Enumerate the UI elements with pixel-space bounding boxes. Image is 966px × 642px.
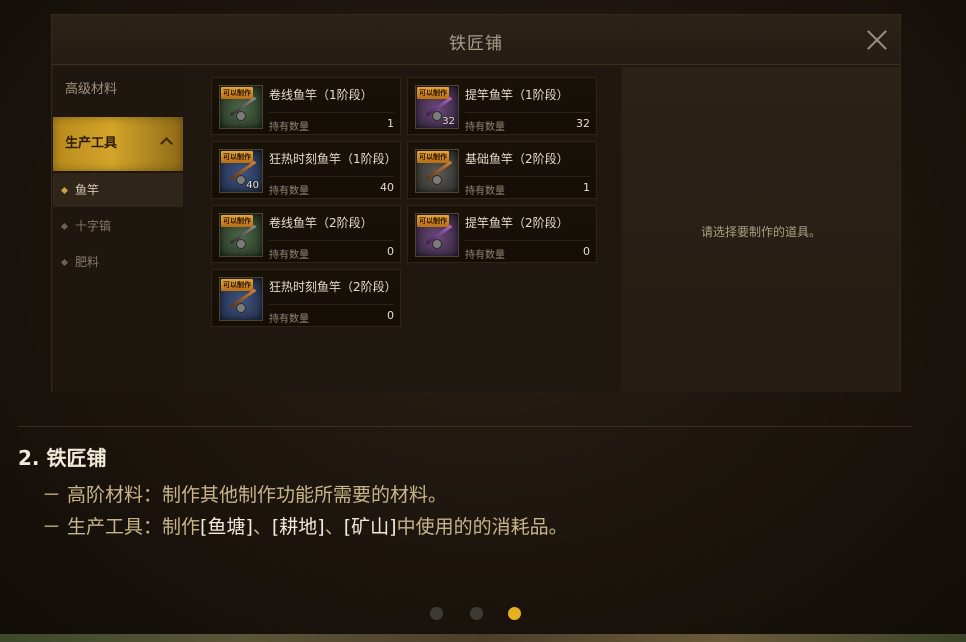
divider (269, 304, 394, 305)
hold-quantity: 0 (583, 245, 590, 258)
diamond-bullet-icon (60, 258, 69, 267)
diamond-bullet-icon (60, 222, 69, 231)
close-icon[interactable] (864, 27, 890, 53)
fishing-rod-icon: 可以制作 40 (219, 149, 263, 193)
hold-label: 持有数量 (465, 122, 505, 133)
craft-item-card[interactable]: 可以制作 32 提竿鱼竿（1阶段） 持有数量 32 (407, 77, 597, 135)
reel-shape (432, 175, 442, 185)
craftable-badge: 可以制作 (221, 151, 253, 163)
highlight-fishpond: [鱼塘] (200, 516, 253, 538)
divider (18, 426, 912, 427)
craft-item-card[interactable]: 可以制作 狂热时刻鱼竿（2阶段） 持有数量 0 (211, 269, 401, 327)
craftable-badge: 可以制作 (417, 215, 449, 227)
sidebar-subitem-label: 肥料 (75, 255, 100, 269)
craft-item-card[interactable]: 可以制作 基础鱼竿（2阶段） 持有数量 1 (407, 141, 597, 199)
reel-shape (236, 303, 246, 313)
craft-item-card[interactable]: 可以制作 卷线鱼竿（1阶段） 持有数量 1 (211, 77, 401, 135)
category-sidebar: 高级材料 生产工具 鱼竿 十字镐 肥料 (53, 67, 183, 392)
item-name: 提竿鱼竿（2阶段） (465, 216, 569, 230)
craft-item-card[interactable]: 可以制作 卷线鱼竿（2阶段） 持有数量 0 (211, 205, 401, 263)
fishing-rod-icon: 可以制作 (415, 213, 459, 257)
hold-quantity: 0 (387, 245, 394, 258)
hold-quantity: 1 (387, 117, 394, 130)
sidebar-subitem-label: 十字镐 (75, 219, 112, 233)
reel-shape (236, 175, 246, 185)
modal-header: 铁匠铺 (52, 15, 900, 65)
craftable-badge: 可以制作 (221, 215, 253, 227)
line-text: 、 (324, 516, 344, 538)
item-grid: 可以制作 卷线鱼竿（1阶段） 持有数量 1 可以制作 32 提竿鱼竿（1阶段） … (183, 67, 620, 392)
icon-count: 32 (442, 116, 455, 127)
chevron-up-icon (160, 137, 173, 150)
line-text: － 生产工具：制作 (42, 516, 201, 538)
reel-shape (236, 239, 246, 249)
divider (465, 240, 590, 241)
item-name: 基础鱼竿（2阶段） (465, 152, 569, 166)
highlight-mine: [矿山] (343, 516, 397, 538)
highlight-farmland: [耕地] (271, 516, 325, 538)
hold-label: 持有数量 (269, 122, 309, 133)
explanation-line-materials: － 高阶材料：制作其他制作功能所需要的材料。 (42, 484, 448, 506)
sidebar-item-label: 生产工具 (65, 136, 118, 151)
item-name: 卷线鱼竿（2阶段） (269, 216, 373, 230)
craft-item-card[interactable]: 可以制作 40 狂热时刻鱼竿（1阶段） 持有数量 40 (211, 141, 401, 199)
craft-item-card[interactable]: 可以制作 提竿鱼竿（2阶段） 持有数量 0 (407, 205, 597, 263)
hold-label: 持有数量 (269, 250, 309, 261)
blacksmith-modal: 铁匠铺 高级材料 生产工具 鱼竿 十字镐 肥料 可以制作 卷线鱼竿（1阶段） 持… (51, 14, 901, 392)
sidebar-item-advanced-materials[interactable]: 高级材料 (53, 67, 183, 113)
page-dot-active[interactable] (508, 607, 521, 620)
hold-label: 持有数量 (465, 186, 505, 197)
hold-quantity: 40 (380, 181, 394, 194)
sidebar-subitem-fertilizer[interactable]: 肥料 (53, 245, 183, 279)
sidebar-subitem-fishing-rod[interactable]: 鱼竿 (53, 173, 183, 207)
reel-shape (432, 239, 442, 249)
line-text: 、 (252, 516, 272, 538)
sidebar-subitem-label: 鱼竿 (75, 183, 100, 197)
fishing-rod-icon: 可以制作 (219, 277, 263, 321)
hold-quantity: 32 (576, 117, 590, 130)
craftable-badge: 可以制作 (221, 279, 253, 291)
fishing-rod-icon: 可以制作 (415, 149, 459, 193)
page-dot[interactable] (430, 607, 443, 620)
sidebar-item-label: 高级材料 (65, 82, 118, 97)
page-dot[interactable] (470, 607, 483, 620)
craftable-badge: 可以制作 (417, 151, 449, 163)
diamond-bullet-icon (60, 186, 69, 195)
line-text: 中使用的的消耗品。 (396, 516, 568, 538)
bottom-strip (0, 634, 966, 642)
item-name: 卷线鱼竿（1阶段） (269, 88, 373, 102)
hold-label: 持有数量 (269, 314, 309, 325)
hold-label: 持有数量 (465, 250, 505, 261)
fishing-rod-icon: 可以制作 (219, 85, 263, 129)
craftable-badge: 可以制作 (221, 87, 253, 99)
item-name: 提竿鱼竿（1阶段） (465, 88, 569, 102)
explanation-title: 2. 铁匠铺 (18, 446, 107, 470)
sidebar-item-production-tools[interactable]: 生产工具 (53, 117, 183, 171)
sidebar-subitem-pickaxe[interactable]: 十字镐 (53, 209, 183, 243)
explanation-line-tools: － 生产工具：制作[鱼塘]、[耕地]、[矿山]中使用的的消耗品。 (42, 512, 568, 539)
detail-hint: 请选择要制作的道具。 (700, 225, 821, 239)
divider (269, 240, 394, 241)
hold-quantity: 1 (583, 181, 590, 194)
divider (465, 112, 590, 113)
fishing-rod-icon: 可以制作 32 (415, 85, 459, 129)
divider (269, 112, 394, 113)
modal-title: 铁匠铺 (449, 34, 503, 54)
divider (465, 176, 590, 177)
reel-shape (236, 111, 246, 121)
hold-quantity: 0 (387, 309, 394, 322)
divider (269, 176, 394, 177)
reel-shape (432, 111, 442, 121)
fishing-rod-icon: 可以制作 (219, 213, 263, 257)
craftable-badge: 可以制作 (417, 87, 449, 99)
icon-count: 40 (246, 180, 259, 191)
item-name: 狂热时刻鱼竿（2阶段） (269, 280, 397, 294)
item-name: 狂热时刻鱼竿（1阶段） (269, 152, 397, 166)
hold-label: 持有数量 (269, 186, 309, 197)
detail-panel: 请选择要制作的道具。 (622, 67, 900, 392)
